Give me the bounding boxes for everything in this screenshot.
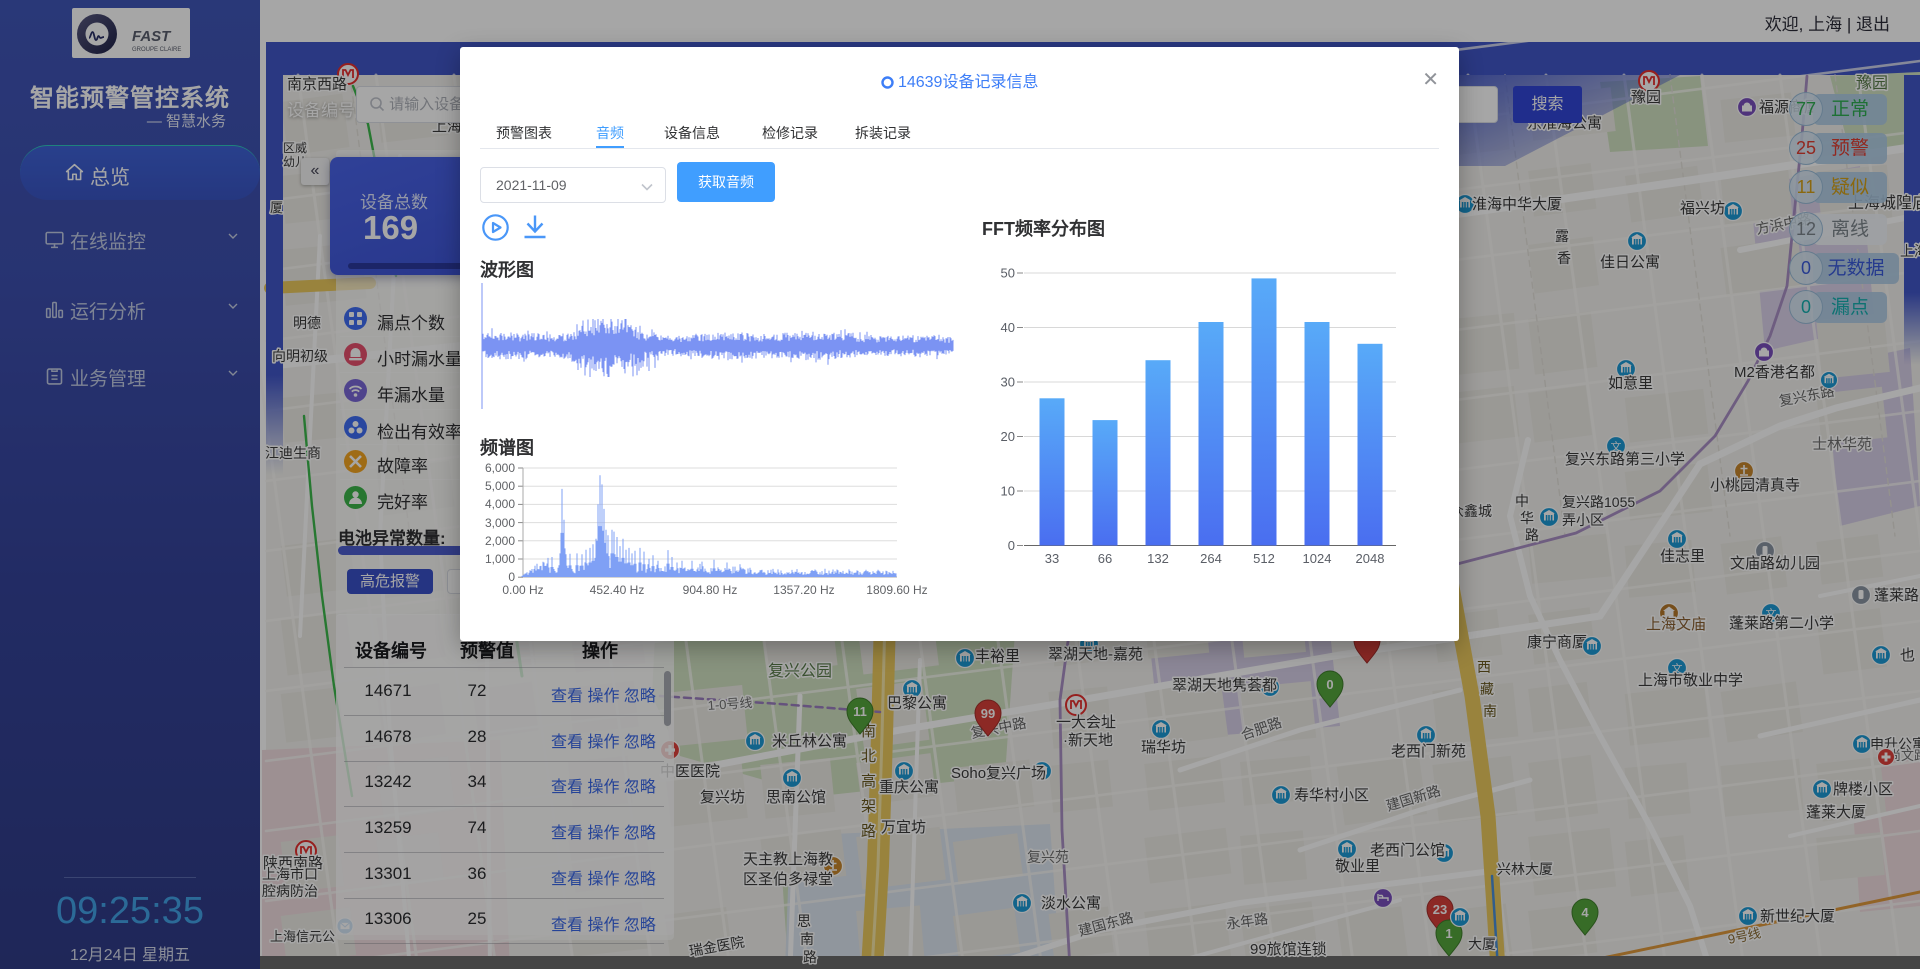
svg-text:264: 264 bbox=[1200, 551, 1222, 566]
svg-text:10: 10 bbox=[1001, 484, 1015, 499]
svg-text:1024: 1024 bbox=[1303, 551, 1332, 566]
svg-text:33: 33 bbox=[1045, 551, 1059, 566]
svg-text:512: 512 bbox=[1253, 551, 1275, 566]
svg-text:20: 20 bbox=[1001, 429, 1015, 444]
svg-text:40: 40 bbox=[1001, 320, 1015, 335]
svg-text:2048: 2048 bbox=[1356, 551, 1385, 566]
svg-text:30: 30 bbox=[1001, 375, 1015, 390]
svg-text:132: 132 bbox=[1147, 551, 1169, 566]
svg-text:0: 0 bbox=[1008, 538, 1015, 553]
svg-text:66: 66 bbox=[1098, 551, 1112, 566]
svg-text:50: 50 bbox=[1001, 266, 1015, 281]
